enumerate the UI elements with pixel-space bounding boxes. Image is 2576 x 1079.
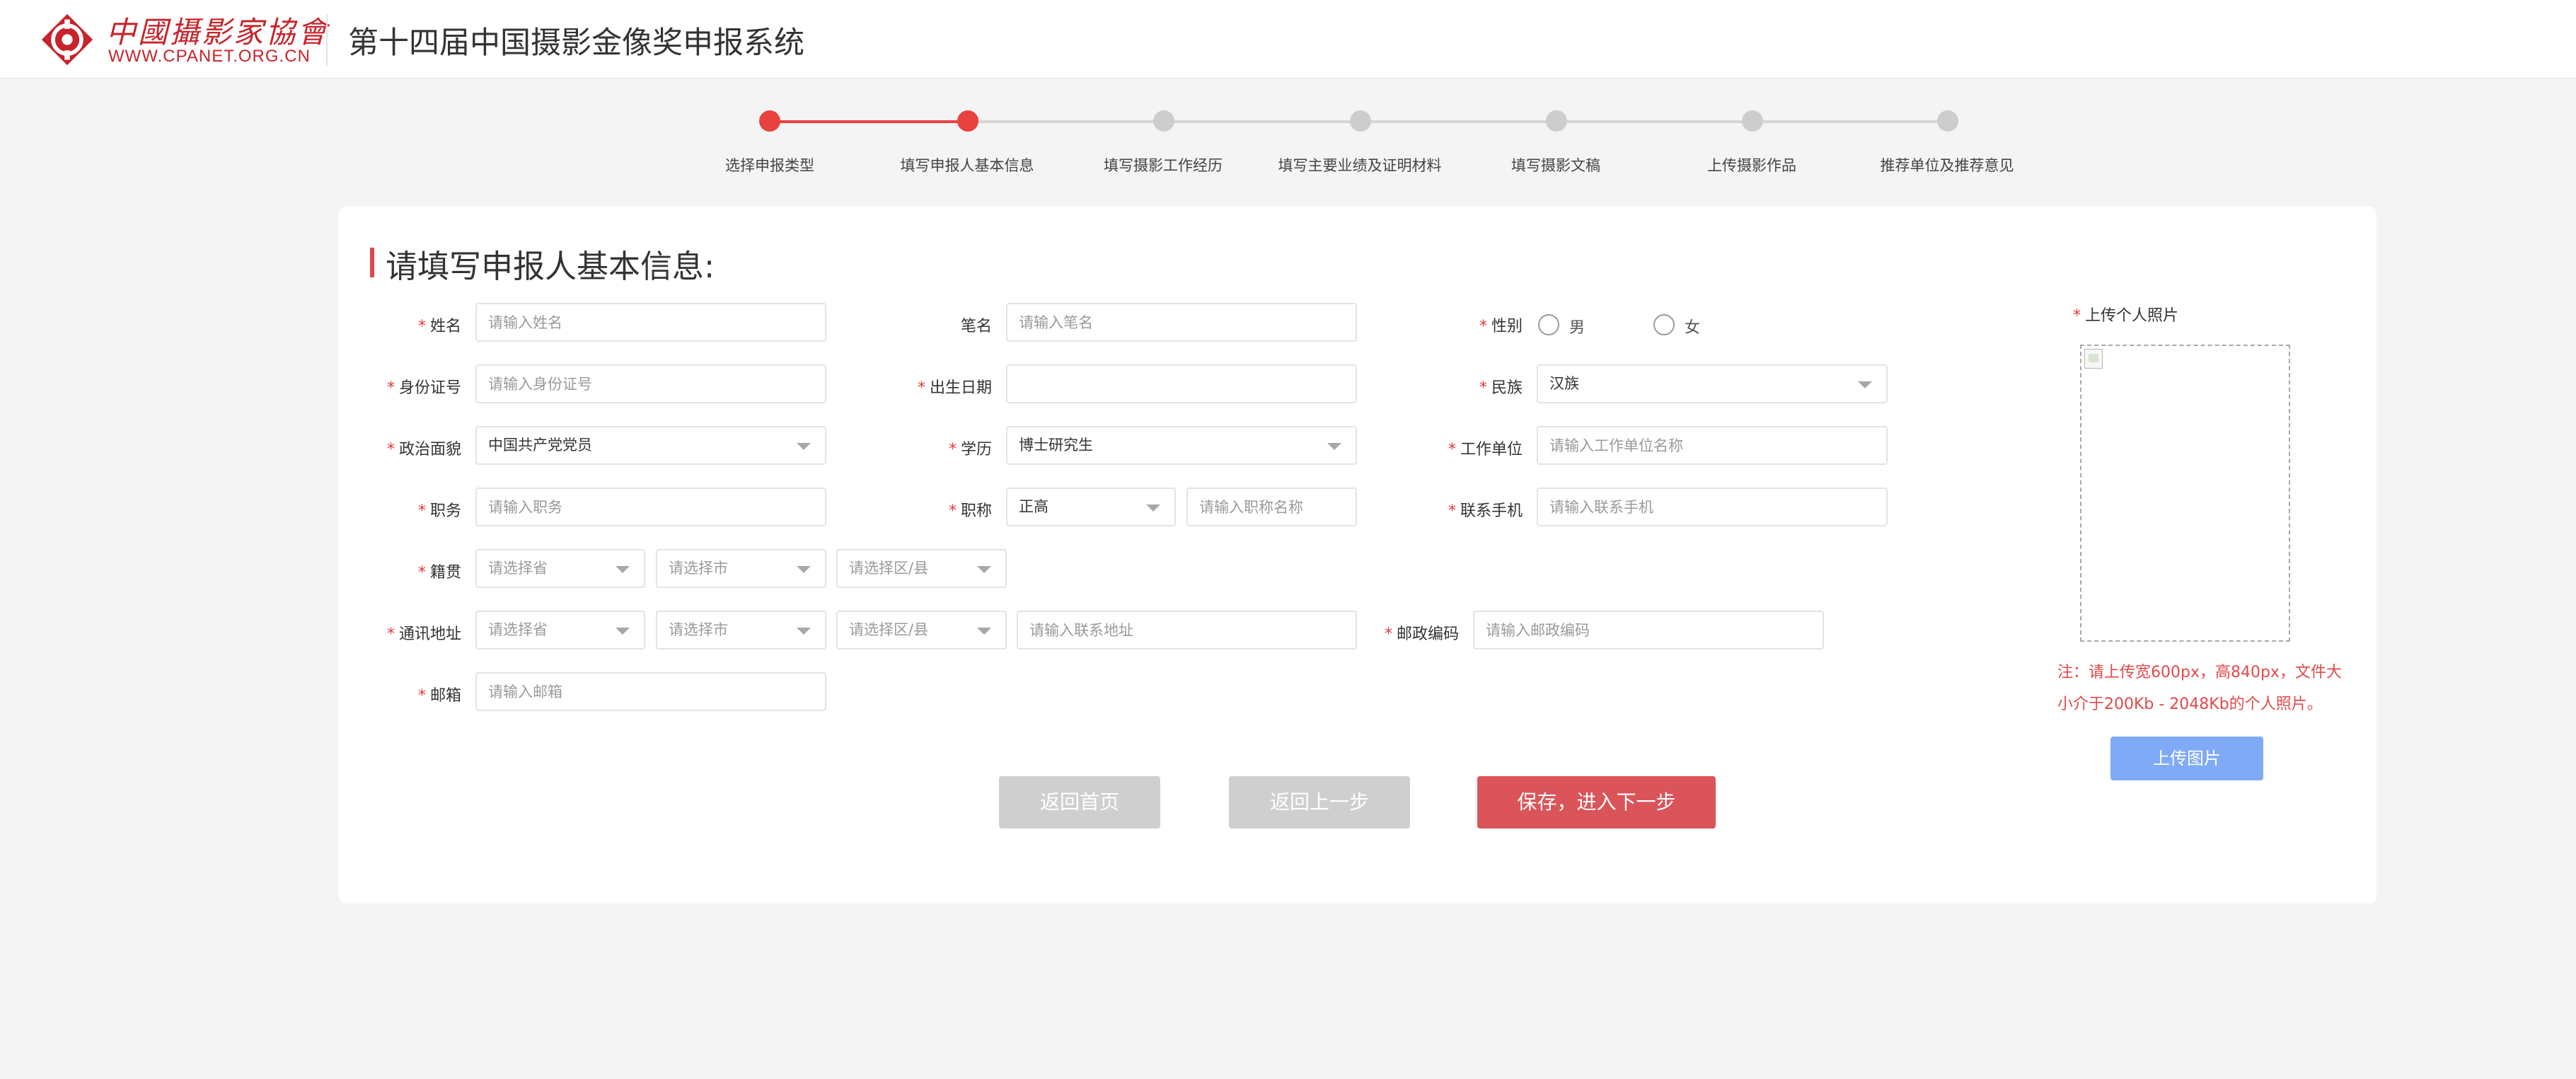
step-dot-3 <box>1153 110 1174 132</box>
chevron-down-icon <box>1146 504 1160 512</box>
birth-date-input[interactable] <box>1006 364 1357 403</box>
gender-female-label: 女 <box>1685 319 1701 337</box>
address-input[interactable] <box>1017 611 1357 650</box>
postcode-label: * 邮政编码 <box>1384 625 1459 643</box>
chevron-down-icon <box>797 628 811 635</box>
title-rank-select[interactable]: 正高 <box>1006 487 1176 526</box>
id-number-input[interactable] <box>475 364 826 403</box>
position-label: * 职务 <box>417 502 461 520</box>
native-place-label: * 籍贯 <box>417 564 461 582</box>
pen-name-input[interactable] <box>1006 303 1357 342</box>
chevron-down-icon <box>977 566 991 573</box>
id-number-label: * 身份证号 <box>386 379 461 397</box>
chevron-down-icon <box>616 566 630 573</box>
gender-label: * 性别 <box>1479 318 1523 335</box>
postcode-input[interactable] <box>1473 611 1824 650</box>
photo-note-line1: 注：请上传宽600px，高840px，文件大 <box>2057 664 2342 681</box>
mobile-input[interactable] <box>1537 487 1888 526</box>
step-dot-4 <box>1350 110 1371 132</box>
progress-line-completed <box>770 120 968 123</box>
address-province-select[interactable]: 请选择省 <box>475 611 645 650</box>
title-name-input[interactable] <box>1186 487 1357 526</box>
email-label: * 邮箱 <box>417 687 461 705</box>
chevron-down-icon <box>616 628 630 635</box>
address-district-select[interactable]: 请选择区/县 <box>836 611 1007 650</box>
chevron-down-icon <box>1327 443 1341 450</box>
education-select[interactable]: 博士研究生 <box>1006 426 1357 465</box>
step-label-6: 上传摄影作品 <box>1707 157 1796 174</box>
step-label-3: 填写摄影工作经历 <box>1104 157 1223 174</box>
chevron-down-icon <box>977 628 991 635</box>
photo-label: * 上传个人照片 <box>2073 307 2179 325</box>
back-home-button[interactable]: 返回首页 <box>999 776 1160 829</box>
chevron-down-icon <box>797 566 811 573</box>
logo-chinese-text: 中國攝影家協會 <box>106 15 330 50</box>
position-input[interactable] <box>475 487 826 526</box>
mobile-label: * 联系手机 <box>1448 502 1523 520</box>
ethnicity-select[interactable]: 汉族 <box>1537 364 1888 403</box>
ethnicity-label: * 民族 <box>1479 379 1523 397</box>
title-accent-bar <box>370 248 374 277</box>
name-input[interactable] <box>475 303 826 342</box>
education-label: * 学历 <box>948 441 992 458</box>
header-divider <box>326 14 328 65</box>
work-unit-input[interactable] <box>1537 426 1888 465</box>
work-unit-label: * 工作单位 <box>1448 441 1523 458</box>
step-dot-2 <box>957 110 978 132</box>
form-title: 请填写申报人基本信息: <box>386 248 715 285</box>
step-label-4: 填写主要业绩及证明材料 <box>1278 157 1442 174</box>
native-district-select[interactable]: 请选择区/县 <box>836 549 1007 588</box>
political-status-select[interactable]: 中国共产党党员 <box>475 426 826 465</box>
cpa-logo-icon <box>41 13 93 66</box>
chevron-down-icon <box>797 443 811 450</box>
progress-line-pending <box>968 120 1948 123</box>
top-header: 中國攝影家協會 WWW.CPANET.ORG.CN 第十四届中国摄影金像奖申报系… <box>0 0 2576 79</box>
prev-step-button[interactable]: 返回上一步 <box>1229 776 1410 829</box>
gender-male-radio[interactable] <box>1538 314 1559 335</box>
title-rank-label: * 职称 <box>948 502 992 520</box>
political-status-label: * 政治面貌 <box>386 441 461 458</box>
system-title: 第十四届中国摄影金像奖申报系统 <box>348 25 804 61</box>
gender-male-label: 男 <box>1569 319 1586 337</box>
upload-photo-button[interactable]: 上传图片 <box>2110 737 2263 780</box>
address-city-select[interactable]: 请选择市 <box>656 611 826 650</box>
address-label: * 通讯地址 <box>386 625 461 643</box>
pen-name-label: 笔名 <box>960 318 992 335</box>
step-label-5: 填写摄影文稿 <box>1511 157 1600 174</box>
chevron-down-icon <box>1858 381 1872 388</box>
step-dot-5 <box>1546 110 1567 132</box>
broken-image-icon <box>2084 349 2103 369</box>
photo-preview[interactable] <box>2080 345 2290 642</box>
save-next-button[interactable]: 保存，进入下一步 <box>1477 776 1716 829</box>
step-dot-7 <box>1937 110 1958 132</box>
birth-date-label: * 出生日期 <box>917 379 992 397</box>
native-province-select[interactable]: 请选择省 <box>475 549 645 588</box>
gender-female-radio[interactable] <box>1653 314 1675 335</box>
step-label-1: 选择申报类型 <box>725 157 814 174</box>
name-label: * 姓名 <box>417 318 461 335</box>
native-city-select[interactable]: 请选择市 <box>656 549 826 588</box>
step-label-7: 推荐单位及推荐意见 <box>1880 157 2014 174</box>
email-input[interactable] <box>475 672 826 711</box>
step-dot-6 <box>1742 110 1763 132</box>
logo-url-text: WWW.CPANET.ORG.CN <box>108 47 311 66</box>
step-label-2: 填写申报人基本信息 <box>900 157 1034 174</box>
step-dot-1 <box>759 110 780 132</box>
photo-note-line2: 小介于200Kb - 2048Kb的个人照片。 <box>2057 696 2323 713</box>
